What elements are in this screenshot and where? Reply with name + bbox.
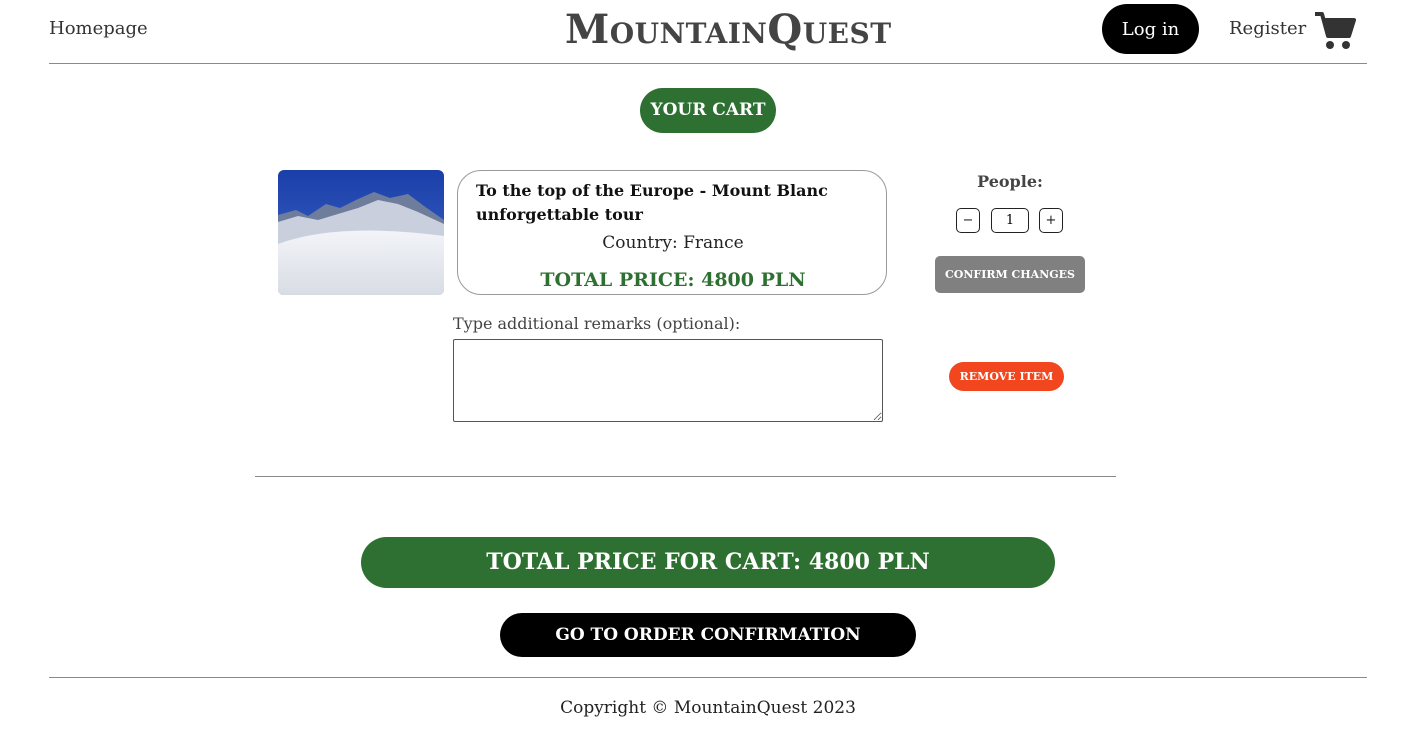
item-total-price: TOTAL PRICE: 4800 PLN <box>540 269 806 291</box>
item-country: Country: France <box>602 233 744 253</box>
shopping-cart-icon[interactable] <box>1313 8 1357 52</box>
confirm-changes-button[interactable]: CONFIRM CHANGES <box>935 256 1085 293</box>
go-to-order-confirmation-button[interactable]: GO TO ORDER CONFIRMATION <box>500 613 916 657</box>
people-quantity-input[interactable] <box>991 208 1029 233</box>
login-button[interactable]: Log in <box>1102 4 1199 54</box>
remarks-label: Type additional remarks (optional): <box>453 314 741 333</box>
your-cart-heading: YOUR CART <box>640 88 776 133</box>
cart-total-price: TOTAL PRICE FOR CART: 4800 PLN <box>361 537 1055 588</box>
section-divider <box>255 476 1116 477</box>
people-label: People: <box>977 172 1043 191</box>
decrease-people-button[interactable]: − <box>956 208 980 233</box>
copyright-text: Copyright © MountainQuest 2023 <box>560 698 856 718</box>
site-header: Homepage MountainQuest Log in Register <box>49 0 1367 64</box>
mountain-photo <box>278 170 444 295</box>
brand-logo[interactable]: MountainQuest <box>565 6 891 53</box>
site-footer: Copyright © MountainQuest 2023 <box>49 677 1367 718</box>
nav-homepage-link[interactable]: Homepage <box>49 18 148 39</box>
register-link[interactable]: Register <box>1229 18 1306 39</box>
remove-item-button[interactable]: REMOVE ITEM <box>949 362 1064 391</box>
increase-people-button[interactable]: + <box>1039 208 1063 233</box>
cart-item-card: To the top of the Europe - Mount Blanc u… <box>457 170 887 295</box>
item-title[interactable]: To the top of the Europe - Mount Blanc u… <box>476 179 876 227</box>
remarks-textarea[interactable] <box>453 339 883 422</box>
